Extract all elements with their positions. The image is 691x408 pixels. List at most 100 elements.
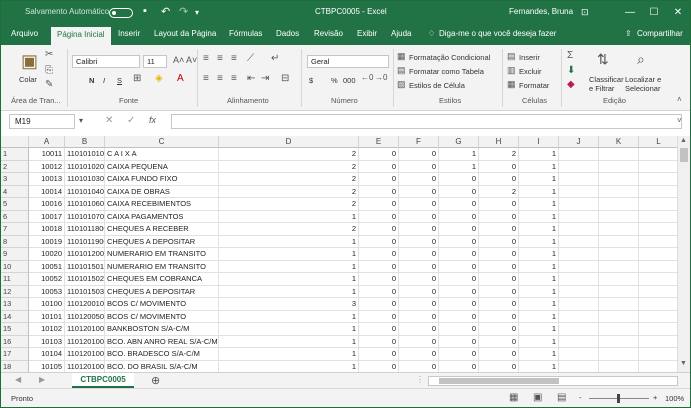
cell[interactable]: 1 — [519, 298, 559, 311]
wrap-text-icon[interactable]: ↵ — [271, 53, 279, 64]
cell[interactable]: 0 — [479, 210, 519, 223]
cell[interactable] — [559, 198, 599, 211]
cell[interactable]: CAIXA DE OBRAS — [105, 185, 219, 198]
increase-decimal-icon[interactable]: ←0 — [361, 73, 373, 82]
cell[interactable] — [639, 148, 677, 161]
user-name[interactable]: Fernandes, Bruna — [509, 7, 573, 16]
cell[interactable]: NUMERARIO EM TRANSITO — [105, 260, 219, 273]
cell[interactable]: CAIXA PEQUENA — [105, 160, 219, 173]
scrollbar-thumb[interactable] — [680, 148, 688, 162]
cell[interactable]: 0 — [359, 198, 399, 211]
cell[interactable]: 1 — [519, 310, 559, 323]
cell[interactable]: 1 — [519, 223, 559, 236]
split-handle-icon[interactable]: ⋮ — [416, 375, 424, 384]
cell[interactable]: 0 — [399, 210, 439, 223]
cell[interactable] — [559, 185, 599, 198]
cell[interactable] — [599, 185, 639, 198]
cell[interactable] — [559, 173, 599, 186]
cell[interactable] — [599, 260, 639, 273]
zoom-level[interactable]: 100% — [665, 394, 684, 403]
hscroll-thumb[interactable] — [439, 378, 559, 384]
cell[interactable]: 0 — [359, 323, 399, 336]
cell[interactable]: 1 — [439, 160, 479, 173]
cell[interactable]: 11010106000000 — [65, 198, 105, 211]
cell[interactable] — [559, 223, 599, 236]
cell[interactable]: 10016 — [29, 198, 65, 211]
cell[interactable] — [639, 186, 677, 198]
cell[interactable] — [639, 323, 677, 336]
cell[interactable] — [599, 298, 639, 311]
cell[interactable]: NUMERARIO EM TRANSITO — [105, 248, 219, 261]
cell[interactable]: 0 — [399, 348, 439, 361]
cell[interactable]: 0 — [399, 323, 439, 336]
cell[interactable]: 2 — [219, 223, 359, 236]
row-header[interactable]: 5 — [1, 198, 29, 211]
cell[interactable]: 0 — [359, 248, 399, 261]
cell[interactable]: 2 — [219, 173, 359, 186]
cell[interactable]: CHEQUES A DEPOSITAR — [105, 285, 219, 298]
cell[interactable] — [599, 148, 639, 161]
cell[interactable]: 10014 — [29, 185, 65, 198]
ribbon-display-options-icon[interactable]: ⊡ — [581, 7, 589, 18]
cell[interactable]: 1 — [219, 285, 359, 298]
cell[interactable]: 0 — [479, 298, 519, 311]
row-header[interactable]: 16 — [1, 335, 29, 348]
clear-icon[interactable]: ◆ — [567, 79, 575, 90]
tell-me-box[interactable]: Diga-me o que você deseja fazer — [439, 29, 556, 38]
cancel-button[interactable]: ✕ — [105, 115, 113, 126]
cell[interactable]: 10100 — [29, 298, 65, 311]
cell[interactable]: 0 — [359, 260, 399, 273]
font-color-icon[interactable]: A — [177, 73, 184, 84]
cell[interactable] — [639, 273, 677, 286]
number-format-box[interactable]: Geral — [307, 55, 389, 68]
merge-center-icon[interactable]: ⊟ — [281, 73, 289, 84]
cell[interactable]: 0 — [359, 173, 399, 186]
cell[interactable]: 1 — [219, 360, 359, 372]
cell[interactable] — [599, 248, 639, 261]
cell[interactable] — [599, 173, 639, 186]
cell[interactable] — [559, 335, 599, 348]
cell[interactable] — [599, 310, 639, 323]
tab-arquivo[interactable]: Arquivo — [11, 29, 38, 38]
cell[interactable]: CHEQUES EM COBRANCA — [105, 273, 219, 286]
cell[interactable]: 11012010000000 — [65, 360, 105, 372]
cell[interactable]: CHEQUES A DEPOSITAR — [105, 235, 219, 248]
column-header-b[interactable]: B — [65, 136, 105, 148]
zoom-out-button[interactable]: - — [579, 393, 582, 402]
cell[interactable]: 1 — [219, 348, 359, 361]
cell[interactable] — [599, 235, 639, 248]
cell[interactable]: 0 — [359, 310, 399, 323]
cell[interactable]: 0 — [399, 235, 439, 248]
sheet-tab-ctbpc0005[interactable]: CTBPC0005 — [72, 373, 134, 388]
cell[interactable]: 10102 — [29, 323, 65, 336]
row-header[interactable]: 17 — [1, 348, 29, 361]
borders-icon[interactable]: ⊞ — [133, 73, 141, 84]
sort-filter-button[interactable]: Classificar e Filtrar — [589, 75, 624, 93]
page-break-view-icon[interactable]: ▤ — [557, 392, 566, 403]
cell[interactable]: 0 — [439, 285, 479, 298]
cell[interactable] — [559, 148, 599, 161]
row-header[interactable]: 3 — [1, 173, 29, 186]
conditional-format-button[interactable]: Formatação Condicional — [409, 53, 490, 62]
cell[interactable] — [639, 173, 677, 186]
cell[interactable]: 11010120000000 — [65, 248, 105, 261]
cell[interactable] — [559, 160, 599, 173]
row-header[interactable]: 14 — [1, 310, 29, 323]
cell[interactable]: 11010102000000 — [65, 160, 105, 173]
cell[interactable]: 0 — [359, 360, 399, 372]
tab-layout[interactable]: Layout da Página — [154, 29, 216, 38]
column-header-g[interactable]: G — [439, 136, 479, 148]
cell[interactable] — [599, 335, 639, 348]
enter-button[interactable]: ✓ — [127, 115, 135, 126]
cell[interactable] — [559, 248, 599, 261]
normal-view-icon[interactable]: ▦ — [509, 392, 518, 403]
cell[interactable]: BCOS C/ MOVIMENTO — [105, 310, 219, 323]
align-right-icon[interactable]: ≡ — [231, 73, 237, 84]
cell[interactable]: 0 — [439, 348, 479, 361]
cell[interactable]: 10011 — [29, 148, 65, 161]
cell[interactable] — [639, 198, 677, 211]
cell[interactable] — [559, 360, 599, 372]
cell[interactable] — [639, 336, 677, 348]
cell[interactable]: 0 — [399, 248, 439, 261]
cell[interactable]: 1 — [519, 285, 559, 298]
